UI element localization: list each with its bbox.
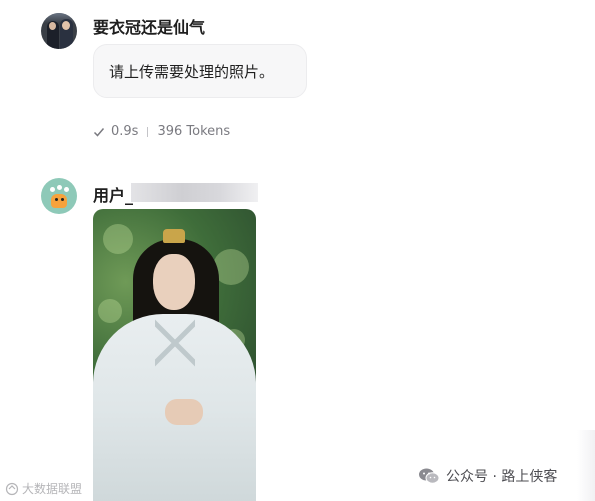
watermark-right-text: 公众号 · 路上侠客 <box>446 469 558 485</box>
user-avatar[interactable] <box>41 178 77 214</box>
user-name: 用户_ <box>93 186 134 205</box>
uploaded-photo[interactable] <box>93 209 256 501</box>
response-time: 0.9s <box>111 124 139 139</box>
watermark-logo-icon <box>5 482 19 495</box>
bot-message-bubble: 请上传需要处理的照片。 <box>93 44 307 98</box>
check-icon <box>93 127 105 137</box>
chat-screen: 要衣冠还是仙气 请上传需要处理的照片。 0.9s 396 Tokens 用户_ <box>0 0 595 501</box>
watermark-left-text: 大数据联盟 <box>22 482 83 496</box>
wechat-icon <box>419 468 440 484</box>
message-meta: 0.9s 396 Tokens <box>93 124 230 139</box>
bot-avatar[interactable] <box>41 13 77 49</box>
redacted-username <box>131 183 258 202</box>
token-count: 396 Tokens <box>157 124 231 139</box>
watermark-right: 公众号 · 路上侠客 <box>418 466 557 486</box>
watermark-left: 大数据联盟 <box>5 480 82 497</box>
bot-name: 要衣冠还是仙气 <box>93 18 206 37</box>
bot-message-text: 请上传需要处理的照片。 <box>109 63 275 81</box>
edge-fade <box>577 430 595 501</box>
meta-divider <box>147 126 149 137</box>
